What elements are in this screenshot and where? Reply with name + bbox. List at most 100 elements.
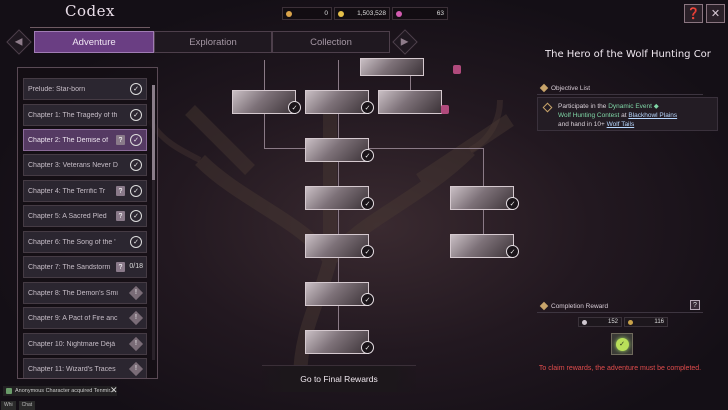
coin-icon (628, 320, 633, 325)
quest-node[interactable] (360, 58, 461, 76)
tab-adventure[interactable]: Adventure (34, 31, 154, 53)
chapter-item[interactable]: Chapter 9: A Pact of Fire anc ! (23, 307, 147, 329)
currency-gem: 63 (392, 7, 448, 20)
go-to-final-rewards-button[interactable]: Go to Final Rewards (262, 365, 416, 392)
currency-value: 1,503,528 (357, 10, 386, 17)
reward-header-label: Completion Reward (551, 302, 609, 310)
chapter-label: Chapter 11: Wizard's Traces (28, 365, 116, 373)
completion-reward-header: Completion Reward (537, 300, 703, 313)
chapter-item[interactable]: Chapter 3: Veterans Never D ✓ (23, 154, 147, 176)
tree-connector (264, 148, 484, 149)
check-icon: ✓ (506, 197, 519, 210)
tab-next-arrow-icon[interactable]: ▶ (392, 29, 418, 55)
quill-icon (286, 11, 292, 17)
reward-claim-note: To claim rewards, the adventure must be … (538, 365, 702, 372)
tab-prev-arrow-icon[interactable]: ◀ (6, 29, 32, 55)
chapter-label: Chapter 2: The Demise of (28, 136, 109, 144)
quest-node[interactable]: ✓ (305, 90, 374, 114)
check-icon: ✓ (130, 134, 142, 146)
locked-icon: ! (128, 310, 144, 326)
chapter-label: Chapter 6: The Song of the ' (28, 238, 116, 246)
reward-values: 152 116 (578, 317, 668, 327)
question-icon: ? (116, 186, 125, 196)
objective-line-2: Wolf Hunting Contest at Blackhowl Plains (558, 111, 713, 120)
chapter-item[interactable]: Prelude: Star-born ✓ (23, 78, 147, 100)
chat-tabs: Whi Chat (1, 401, 36, 410)
check-icon: ✓ (130, 236, 142, 248)
quest-title: The Hero of the Wolf Hunting Cor (545, 49, 711, 60)
quest-node[interactable]: ✓ (232, 90, 301, 114)
chat-tab-chat[interactable]: Chat (18, 401, 36, 410)
chat-text: Anonymous Character acquired Tenmir... (15, 388, 115, 394)
check-icon: ✓ (130, 185, 142, 197)
chapter-label: Chapter 9: A Pact of Fire anc (28, 314, 118, 322)
chapter-label: Chapter 8: The Demon's Smi (28, 289, 118, 297)
reward-help-icon[interactable]: ? (690, 300, 700, 310)
check-icon: ✓ (361, 293, 374, 306)
codex-book-icon[interactable]: ❓ (684, 4, 703, 23)
check-icon: ✓ (361, 341, 374, 354)
question-icon: ? (116, 135, 125, 145)
scroll-thumb[interactable] (152, 85, 155, 180)
chapter-item[interactable]: Chapter 4: The Terrific Tr ? ✓ (23, 180, 147, 202)
chapter-label: Prelude: Star-born (28, 85, 86, 93)
objective-item: Participate in the Dynamic Event ◆ Wolf … (537, 97, 718, 131)
chapter-item[interactable]: Chapter 1: The Tragedy of th ✓ (23, 104, 147, 126)
close-icon[interactable]: ✕ (706, 4, 725, 23)
check-icon: ✓ (130, 109, 142, 121)
check-icon: ✓ (288, 101, 301, 114)
gold-coin-icon (338, 11, 344, 17)
quest-node[interactable]: ✓ (305, 234, 374, 258)
reward-coin: 116 (624, 317, 668, 327)
check-icon: ✓ (361, 245, 374, 258)
quest-node[interactable]: ✓ (450, 234, 519, 258)
locked-icon: ! (128, 285, 144, 301)
chapter-scrollbar[interactable] (152, 85, 155, 360)
check-icon: ✓ (361, 101, 374, 114)
chapter-label: Chapter 1: The Tragedy of th (28, 111, 118, 119)
lock-icon (453, 65, 461, 74)
chat-close-icon[interactable]: ✕ (110, 385, 118, 396)
objective-header-label: Objective List (551, 84, 591, 92)
reward-value: 152 (607, 319, 618, 325)
check-icon: ✓ (130, 159, 142, 171)
lock-icon (441, 105, 449, 114)
diamond-icon (539, 83, 549, 93)
quest-node[interactable] (378, 90, 449, 114)
item-link[interactable]: Wolf Tails (607, 121, 635, 128)
check-icon: ✓ (506, 245, 519, 258)
check-icon: ✓ (130, 210, 142, 222)
location-link[interactable]: Blackhowl Plains (628, 112, 677, 119)
currency-bar: 0 1,503,528 63 (282, 7, 448, 20)
currency-value: 0 (324, 10, 328, 17)
reward-item-slot[interactable]: ✓ (611, 333, 633, 355)
diamond-icon (539, 301, 549, 311)
quest-node[interactable]: ✓ (450, 186, 519, 210)
check-icon: ✓ (361, 197, 374, 210)
chapter-label: Chapter 7: The Sandstorm (28, 263, 111, 271)
tab-exploration[interactable]: Exploration (154, 31, 272, 53)
tab-bar: ◀ Adventure Exploration Collection ▶ (6, 29, 418, 55)
chat-message: Anonymous Character acquired Tenmir... (3, 386, 117, 396)
quest-node-final[interactable]: ✓ (305, 330, 374, 354)
chat-tab-whisper[interactable]: Whi (1, 401, 16, 410)
tab-collection[interactable]: Collection (272, 31, 390, 53)
chapter-item[interactable]: Chapter 11: Wizard's Traces ! (23, 358, 147, 378)
chapter-item[interactable]: Chapter 7: The Sandstorm ? 0/18 (23, 256, 147, 278)
quest-node[interactable]: ✓ (305, 186, 374, 210)
quest-node[interactable]: ✓ (305, 282, 374, 306)
chapter-item[interactable]: Chapter 6: The Song of the ' ✓ (23, 231, 147, 253)
chapter-item[interactable]: Chapter 10: Nightmare Déjà ! (23, 333, 147, 355)
objective-line-1: Participate in the Dynamic Event ◆ (558, 102, 713, 111)
chapter-item[interactable]: Chapter 2: The Demise of ? ✓ (23, 129, 147, 151)
reward-exp: 152 (578, 317, 622, 327)
chapter-label: Chapter 4: The Terrific Tr (28, 187, 106, 195)
codex-title: Codex (30, 2, 150, 28)
chapter-item[interactable]: Chapter 5: A Sacred Pled ? ✓ (23, 205, 147, 227)
event-name-link[interactable]: Wolf Hunting Contest (558, 112, 619, 119)
dynamic-event-link[interactable]: Dynamic Event (608, 103, 652, 110)
gem-icon (396, 11, 402, 17)
chapter-item[interactable]: Chapter 8: The Demon's Smi ! (23, 282, 147, 304)
objective-line-3: and hand in 10+ Wolf Tails (558, 120, 713, 129)
quest-node[interactable]: ✓ (305, 138, 374, 162)
